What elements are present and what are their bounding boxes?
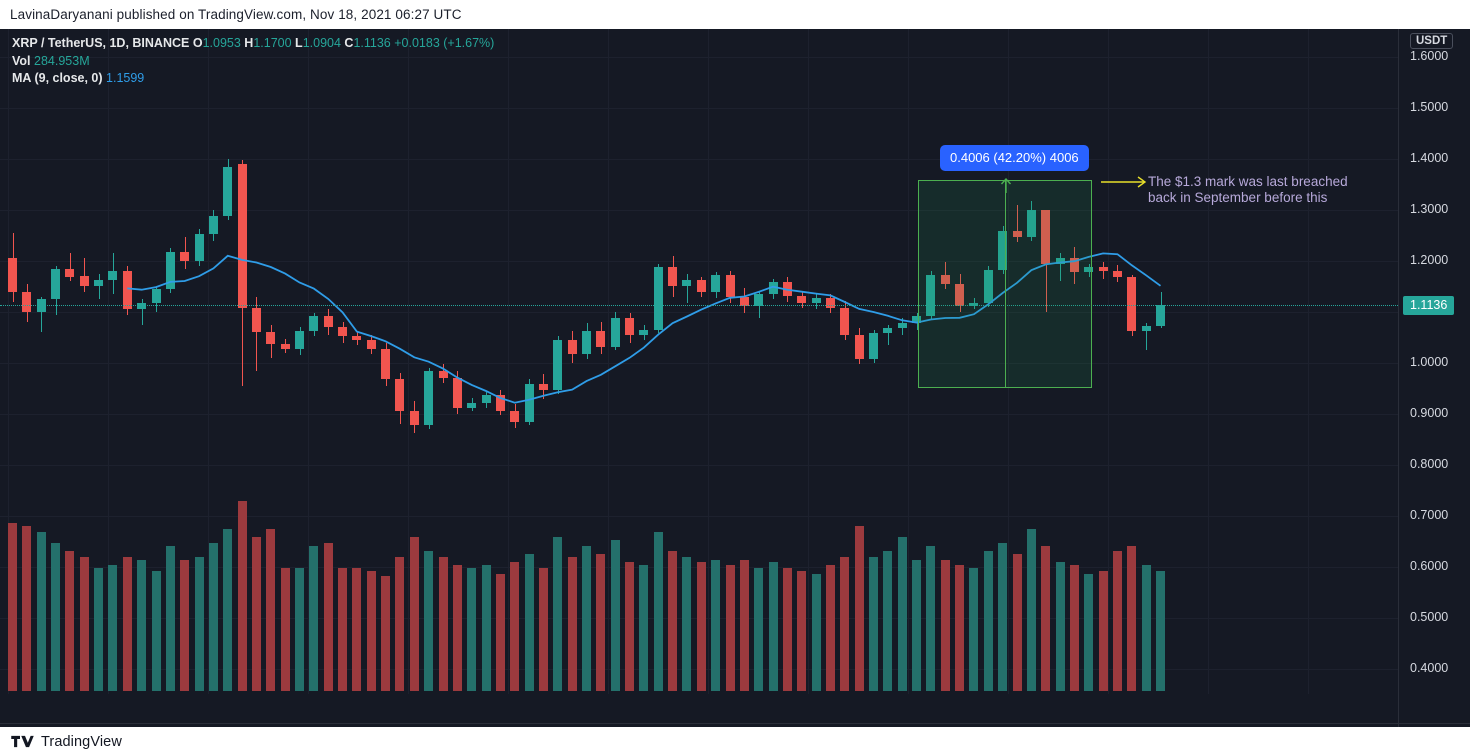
legend-volume-row[interactable]: Vol 284.953M <box>12 53 494 71</box>
price-tick-label: 0.5000 <box>1410 610 1449 624</box>
current-price-line <box>0 305 1398 307</box>
tradingview-chart-screenshot: LavinaDaryanani published on TradingView… <box>0 0 1470 756</box>
legend-volume-value: 284.953M <box>34 53 90 68</box>
price-tick-label: 1.6000 <box>1410 49 1449 63</box>
legend-low-label: L <box>295 36 303 50</box>
footer-brand: TradingView <box>41 733 122 750</box>
legend-ma-value: 1.1599 <box>106 71 145 85</box>
price-tick-label: 1.3000 <box>1410 202 1449 216</box>
legend-ma-label: MA (9, close, 0) <box>12 71 103 85</box>
price-tick-label: 1.0000 <box>1410 355 1449 369</box>
price-tick-label: 0.9000 <box>1410 406 1449 420</box>
price-tick-label: 1.4000 <box>1410 151 1449 165</box>
tradingview-logo-icon <box>11 735 34 748</box>
legend-close-value: 1.1136 <box>353 36 391 50</box>
price-tick-label: 0.7000 <box>1410 508 1449 522</box>
up-arrow-icon <box>1000 178 1012 193</box>
footer-bar: TradingView <box>0 727 1470 756</box>
measurement-vertical-line <box>1005 180 1006 388</box>
price-tick-label: 1.2000 <box>1410 253 1449 267</box>
price-plot[interactable] <box>0 29 1398 694</box>
chart-annotation-text: The $1.3 mark was last breached back in … <box>1148 174 1348 206</box>
moving-average-line <box>127 252 1162 404</box>
attribution-text: LavinaDaryanani published on TradingView… <box>10 7 462 22</box>
legend-open-value: 1.0953 <box>202 36 241 50</box>
legend-high-label: H <box>244 36 254 50</box>
legend-change: +0.0183 (+1.67%) <box>394 36 495 50</box>
price-scale[interactable]: USDT 1.60001.50001.40001.30001.20001.100… <box>1398 29 1470 727</box>
legend-symbol-row[interactable]: XRP / TetherUS, 1D, BINANCE O1.0953 H1.1… <box>12 35 494 53</box>
legend-low-value: 1.0904 <box>302 36 341 50</box>
price-tick-label: 0.6000 <box>1410 559 1449 573</box>
chart-area[interactable]: XRP / TetherUS, 1D, BINANCE O1.0953 H1.1… <box>0 29 1470 727</box>
chart-legend: XRP / TetherUS, 1D, BINANCE O1.0953 H1.1… <box>12 35 494 88</box>
price-tick-label: 0.4000 <box>1410 661 1449 675</box>
legend-symbol: XRP / TetherUS, 1D, BINANCE <box>12 36 190 50</box>
legend-ma-row[interactable]: MA (9, close, 0) 1.1599 <box>12 70 494 88</box>
attribution-bar: LavinaDaryanani published on TradingView… <box>0 0 1470 29</box>
current-price-label[interactable]: 1.1136 <box>1403 296 1455 316</box>
right-arrow-icon <box>1101 176 1147 188</box>
price-scale-unit: USDT <box>1410 33 1454 49</box>
legend-high-value: 1.1700 <box>253 36 292 50</box>
measurement-badge[interactable]: 0.4006 (42.20%) 4006 <box>940 145 1089 171</box>
annotation-line-1: The $1.3 mark was last breached <box>1148 174 1348 189</box>
legend-open-label: O <box>192 36 203 50</box>
price-tick-label: 0.8000 <box>1410 457 1449 471</box>
annotation-line-2: back in September before this <box>1148 190 1328 205</box>
price-tick-label: 1.5000 <box>1410 100 1449 114</box>
legend-volume-label: Vol <box>12 53 31 68</box>
